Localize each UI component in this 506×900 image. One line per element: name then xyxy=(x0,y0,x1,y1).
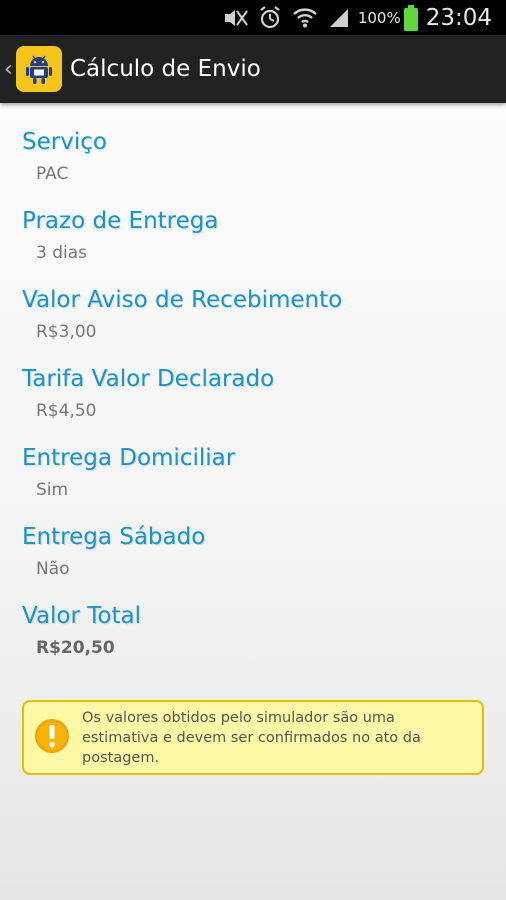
field-label: Entrega Domiciliar xyxy=(22,445,236,471)
field-entrega-sabado: Entrega Sábado Não xyxy=(22,517,484,581)
field-label: Entrega Sábado xyxy=(22,524,206,550)
field-value: R$4,50 xyxy=(36,401,97,421)
field-value: R$3,00 xyxy=(36,322,97,342)
action-bar: ‹ Cálculo de Envio xyxy=(0,35,506,103)
field-label: Prazo de Entrega xyxy=(22,208,219,234)
field-value: Não xyxy=(36,559,70,579)
alarm-icon xyxy=(258,5,282,30)
field-tarifa-valor-declarado: Tarifa Valor Declarado R$4,50 xyxy=(22,359,484,423)
android-app-icon[interactable] xyxy=(16,46,62,92)
field-valor-aviso-recebimento: Valor Aviso de Recebimento R$3,00 xyxy=(22,280,484,344)
field-value: 3 dias xyxy=(36,243,88,263)
field-label: Serviço xyxy=(22,129,107,155)
total-value: R$20,50 xyxy=(36,638,115,658)
warning-text: Os valores obtidos pelo simulador são um… xyxy=(82,709,421,766)
wifi-icon xyxy=(292,7,318,29)
page-title: Cálculo de Envio xyxy=(70,56,261,82)
field-value: Sim xyxy=(36,480,69,500)
status-bar: 100% 23:04 xyxy=(0,0,506,35)
warning-notice: Os valores obtidos pelo simulador são um… xyxy=(22,700,484,775)
signal-icon xyxy=(328,7,350,29)
field-valor-total: Valor Total R$20,50 xyxy=(22,596,484,660)
clock: 23:04 xyxy=(425,4,492,31)
shipping-details: Serviço PAC Prazo de Entrega 3 dias Valo… xyxy=(22,122,484,675)
field-label: Tarifa Valor Declarado xyxy=(22,366,275,392)
field-entrega-domiciliar: Entrega Domiciliar Sim xyxy=(22,438,484,502)
battery-icon xyxy=(403,4,418,31)
field-label: Valor Total xyxy=(22,603,141,629)
back-caret-icon[interactable]: ‹ xyxy=(4,57,14,82)
field-servico: Serviço PAC xyxy=(22,122,484,186)
mute-icon xyxy=(222,8,248,28)
field-value: PAC xyxy=(36,164,69,184)
field-label: Valor Aviso de Recebimento xyxy=(22,287,343,313)
warning-icon xyxy=(34,718,70,758)
field-prazo-de-entrega: Prazo de Entrega 3 dias xyxy=(22,201,484,265)
battery-percent: 100% xyxy=(357,8,401,27)
